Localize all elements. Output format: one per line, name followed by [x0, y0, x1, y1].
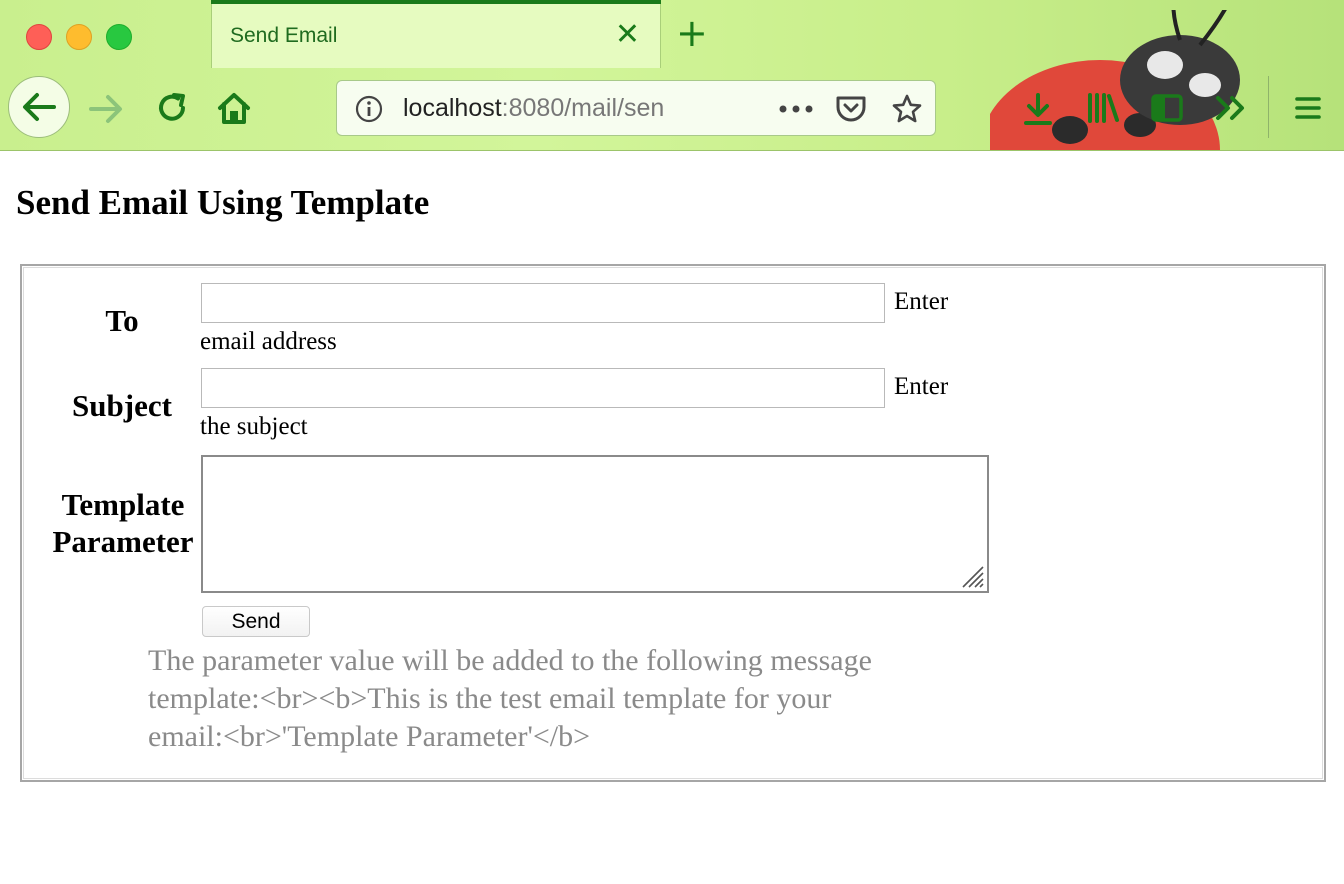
url-text[interactable]: localhost:8080/mail/sen — [403, 94, 711, 123]
forward-button[interactable] — [88, 92, 124, 126]
close-icon[interactable]: ✕ — [615, 20, 640, 50]
subject-hint-line2: the subject — [200, 413, 308, 440]
subject-label: Subject — [72, 388, 172, 423]
url-bar[interactable]: localhost:8080/mail/sen — [336, 80, 936, 136]
download-icon[interactable] — [1022, 92, 1054, 126]
tab-title: Send Email — [230, 24, 338, 47]
forward-arrow-icon — [89, 95, 122, 123]
star-icon[interactable] — [891, 93, 923, 125]
note-line2: template:<br><b>This is the test email t… — [148, 682, 832, 715]
note-line1: The parameter value will be added to the… — [148, 644, 872, 677]
template-note: The parameter value will be added to the… — [148, 642, 938, 756]
overflow-chevron-icon[interactable] — [1214, 94, 1248, 122]
send-button[interactable]: Send — [202, 606, 310, 637]
url-host: localhost — [403, 94, 502, 122]
tab-bar: Send Email ✕ + — [0, 0, 1344, 68]
home-icon — [218, 93, 250, 124]
back-button[interactable] — [8, 76, 70, 138]
template-parameter-label: Template Parameter — [46, 486, 200, 560]
url-path: :8080/mail/sen — [501, 94, 665, 122]
url-fade — [667, 87, 717, 129]
to-label: To — [105, 303, 139, 338]
note-line3: email:<br>'Template Parameter'</b> — [148, 720, 591, 753]
back-arrow-icon — [23, 93, 56, 121]
template-label-line1: Template — [61, 487, 185, 522]
subject-hint-line1: Enter — [894, 373, 949, 400]
to-hint-line1: Enter — [894, 288, 949, 315]
pocket-icon[interactable] — [835, 94, 867, 124]
sidebar-icon[interactable] — [1150, 93, 1184, 123]
subject-input[interactable] — [201, 368, 885, 408]
zoom-window-button[interactable] — [106, 24, 132, 50]
minimize-window-button[interactable] — [66, 24, 92, 50]
resize-grip-icon[interactable] — [957, 561, 985, 589]
library-icon[interactable] — [1086, 92, 1120, 124]
browser-chrome: Send Email ✕ + localhost:8080/mail/sen — [0, 0, 1344, 151]
reload-icon — [159, 93, 185, 121]
more-dots-icon[interactable] — [779, 105, 813, 113]
template-parameter-textarea[interactable] — [201, 455, 989, 593]
info-icon[interactable] — [355, 95, 383, 123]
toolbar-separator — [1268, 76, 1269, 138]
page-title: Send Email Using Template — [16, 183, 430, 222]
to-input[interactable] — [201, 283, 885, 323]
tab-send-email[interactable]: Send Email ✕ — [211, 0, 661, 68]
to-hint-line2: email address — [200, 328, 337, 355]
close-window-button[interactable] — [26, 24, 52, 50]
navigation-bar: localhost:8080/mail/sen — [0, 68, 1344, 150]
plus-icon[interactable]: + — [676, 14, 708, 52]
home-button[interactable] — [216, 89, 252, 127]
hamburger-menu-icon[interactable] — [1294, 96, 1322, 120]
reload-button[interactable] — [154, 90, 190, 126]
template-label-line2: Parameter — [52, 524, 194, 559]
